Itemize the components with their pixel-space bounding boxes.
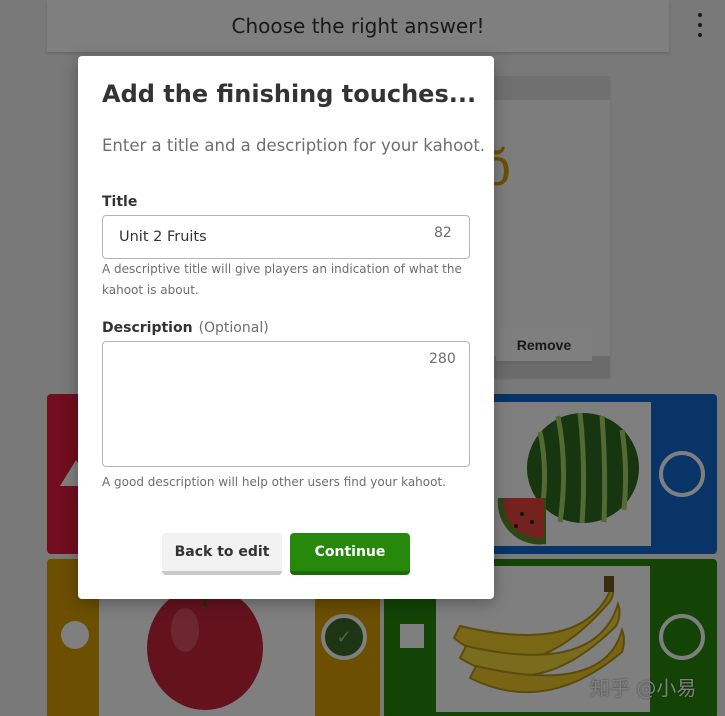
title-label: Title: [102, 194, 138, 210]
dialog-subtitle: Enter a title and a description for your…: [102, 136, 486, 155]
title-input[interactable]: [102, 215, 470, 259]
dialog-title: Add the finishing touches...: [102, 80, 477, 108]
description-help-text: A good description will help other users…: [102, 475, 446, 489]
finishing-touches-dialog: Add the finishing touches... Enter a tit…: [78, 56, 494, 599]
title-help-text: A descriptive title will give players an…: [102, 262, 462, 297]
title-char-count: 82: [434, 225, 452, 241]
description-input[interactable]: [102, 341, 470, 467]
description-char-count: 280: [429, 351, 456, 367]
description-label-text: Description: [102, 320, 193, 336]
continue-button[interactable]: Continue: [290, 533, 410, 575]
description-label: Description (Optional): [102, 320, 269, 336]
back-to-edit-button[interactable]: Back to edit: [162, 533, 282, 575]
optional-tag: (Optional): [198, 320, 269, 336]
